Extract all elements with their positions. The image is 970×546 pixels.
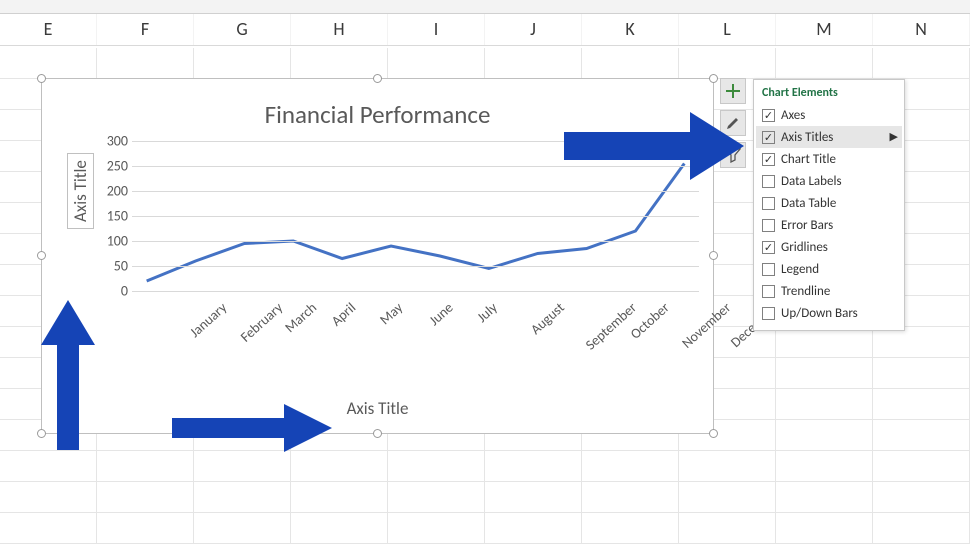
top-band [0,0,970,14]
checkbox-checked-icon[interactable] [762,241,775,254]
y-tick-label: 0 [104,283,128,300]
x-tick-label: February [237,299,286,346]
column-header[interactable]: K [582,14,679,45]
gridline [132,191,699,192]
column-header[interactable]: G [194,14,291,45]
chart-elements-item[interactable]: Gridlines [756,236,902,258]
x-tick-label: August [527,299,568,338]
chart-elements-item[interactable]: Legend [756,258,902,280]
y-tick-label: 50 [104,258,128,275]
checkbox-unchecked-icon[interactable] [762,263,775,276]
column-headers: EFGHIJKLMN [0,14,970,46]
x-tick-label: November [679,299,735,352]
y-axis-title[interactable]: Axis Title [67,153,94,229]
arrow-annotation-up [41,300,95,455]
column-header[interactable]: H [291,14,388,45]
column-header[interactable]: N [873,14,970,45]
chart-elements-item[interactable]: Data Table [756,192,902,214]
chart-elements-flyout[interactable]: Chart Elements Axes Axis Titles ▶ Chart Tit… [753,79,905,331]
checkbox-unchecked-icon[interactable] [762,285,775,298]
chart-elements-item-label: Error Bars [781,218,833,233]
checkbox-checked-icon[interactable] [762,131,775,144]
column-header[interactable]: L [679,14,776,45]
chart-elements-item[interactable]: Axis Titles ▶ [756,126,902,148]
selection-handle[interactable] [373,429,382,438]
x-tick-label: January [186,299,230,341]
chart-elements-item-label: Axes [781,108,805,123]
y-tick-label: 300 [104,133,128,150]
chart-elements-item[interactable]: Data Labels [756,170,902,192]
chart-elements-item-label: Trendline [781,284,830,299]
selection-handle[interactable] [37,74,46,83]
chart-elements-item-label: Up/Down Bars [781,306,858,321]
column-header[interactable]: F [97,14,194,45]
submenu-arrow-icon[interactable]: ▶ [890,130,898,143]
selection-handle[interactable] [37,251,46,260]
column-header[interactable]: E [0,14,97,45]
selection-handle[interactable] [709,251,718,260]
column-header[interactable]: J [485,14,582,45]
chart-elements-item[interactable]: Axes [756,104,902,126]
chart-elements-item-label: Data Labels [781,174,842,189]
chart-elements-item-label: Legend [781,262,819,277]
y-tick-label: 250 [104,158,128,175]
arrow-annotation-right [172,404,332,457]
checkbox-unchecked-icon[interactable] [762,175,775,188]
chart-elements-item-label: Data Table [781,196,836,211]
gridline [132,241,699,242]
checkbox-unchecked-icon[interactable] [762,197,775,210]
gridline [132,216,699,217]
chart-elements-item[interactable]: Up/Down Bars [756,302,902,324]
arrow-annotation-right [564,112,744,185]
flyout-title: Chart Elements [756,84,902,104]
selection-handle[interactable] [709,429,718,438]
checkbox-unchecked-icon[interactable] [762,219,775,232]
chart-elements-item-label: Gridlines [781,240,828,255]
gridline [132,291,699,292]
checkbox-checked-icon[interactable] [762,109,775,122]
y-tick-label: 200 [104,183,128,200]
gridline [132,266,699,267]
chart-elements-item[interactable]: Trendline [756,280,902,302]
chart-elements-item-label: Axis Titles [781,130,833,145]
selection-handle[interactable] [373,74,382,83]
x-tick-label: May [377,299,407,328]
y-tick-label: 150 [104,208,128,225]
selection-handle[interactable] [709,74,718,83]
checkbox-unchecked-icon[interactable] [762,307,775,320]
chart-elements-button[interactable] [720,78,746,104]
column-header[interactable]: I [388,14,485,45]
x-tick-label: June [426,299,457,329]
x-axis-ticks: JanuaryFebruaryMarchApril May June July Augu… [132,299,727,369]
x-axis-title[interactable]: Axis Title [42,398,713,419]
y-tick-label: 100 [104,233,128,250]
chart-elements-item[interactable]: Chart Title [756,148,902,170]
x-tick-label: April [328,299,359,330]
column-header[interactable]: M [776,14,873,45]
x-tick-label: March [282,299,321,336]
chart-elements-item-label: Chart Title [781,152,836,167]
x-tick-label: July [473,299,500,326]
chart-elements-item[interactable]: Error Bars [756,214,902,236]
checkbox-checked-icon[interactable] [762,153,775,166]
